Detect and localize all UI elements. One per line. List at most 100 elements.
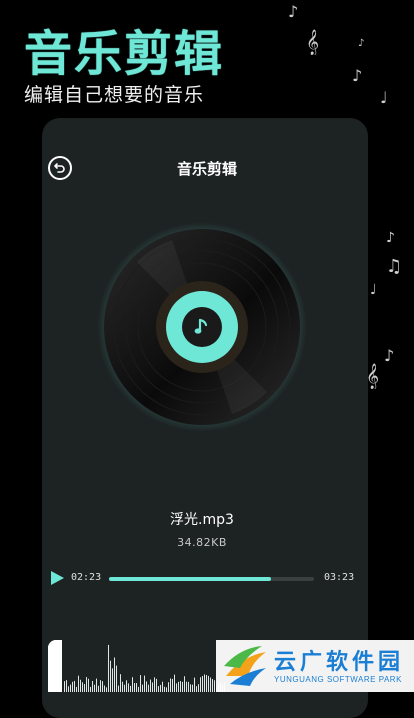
- waveform-bar: [120, 674, 121, 692]
- waveform-bar: [112, 668, 113, 692]
- waveform-bar: [108, 644, 109, 692]
- waveform-bar: [70, 684, 71, 692]
- waveform-bar: [126, 680, 127, 692]
- waveform-bar: [162, 681, 163, 692]
- waveform-bar: [140, 675, 141, 692]
- waveform-bar: [212, 679, 213, 692]
- play-icon[interactable]: [49, 570, 65, 586]
- waveform-bar: [96, 678, 97, 692]
- waveform-bar: [88, 678, 89, 692]
- waveform-bar: [148, 684, 149, 692]
- waveform-bar: [114, 657, 115, 692]
- waveform-bar: [116, 665, 117, 692]
- music-note-icon: ♪: [288, 2, 299, 21]
- music-note-icon: ♩: [380, 88, 388, 107]
- waveform-bar: [174, 674, 175, 692]
- waveform-bar: [208, 675, 209, 692]
- waveform-bar: [164, 686, 165, 692]
- waveform-bar: [180, 681, 181, 692]
- progress-fill: [109, 577, 271, 581]
- waveform-bar: [150, 679, 151, 692]
- waveform-bar: [178, 681, 179, 692]
- waveform-bar: [74, 680, 75, 692]
- waveform-bar: [156, 678, 157, 692]
- hero-subtitle: 编辑自己想要的音乐: [24, 84, 205, 106]
- file-name: 浮光.mp3: [170, 512, 234, 528]
- waveform-bar: [130, 685, 131, 692]
- waveform-bar: [128, 683, 129, 692]
- waveform-bar: [66, 680, 67, 692]
- waveform-bar: [176, 683, 177, 692]
- waveform-bar: [84, 684, 85, 692]
- waveform-bar: [106, 687, 107, 692]
- waveform-bar: [154, 677, 155, 692]
- file-size: 34.82KB: [177, 536, 227, 549]
- progress-bar[interactable]: [109, 577, 314, 581]
- watermark-subtext: YUNGUANG SOFTWARE PARK: [274, 674, 402, 684]
- waveform-bar: [192, 684, 193, 692]
- watermark-text: 云广软件园: [274, 648, 405, 675]
- waveform-bar: [210, 677, 211, 692]
- waveform-bar: [94, 684, 95, 692]
- waveform[interactable]: [48, 640, 228, 692]
- waveform-bar: [200, 677, 201, 692]
- waveform-bar: [92, 681, 93, 692]
- waveform-bar: [136, 683, 137, 692]
- watermark: 云广软件园 YUNGUANG SOFTWARE PARK: [216, 640, 414, 692]
- hero-title: 音乐剪辑: [24, 26, 225, 82]
- waveform-bar: [72, 681, 73, 692]
- waveform-bar: [110, 660, 111, 692]
- waveform-bar: [68, 686, 69, 692]
- waveform-bar: [134, 683, 135, 692]
- vinyl-record: [97, 222, 307, 432]
- waveform-bar: [190, 684, 191, 692]
- waveform-bar: [170, 678, 171, 692]
- watermark-logo-icon: [224, 646, 266, 686]
- music-note-icon: ♪: [352, 66, 363, 85]
- waveform-bar: [184, 676, 185, 692]
- total-time: 03:23: [324, 572, 355, 583]
- waveform-bar: [166, 687, 167, 692]
- waveform-bar: [204, 674, 205, 692]
- music-note-icon: ♩: [370, 282, 377, 298]
- waveform-bar: [64, 681, 65, 692]
- waveform-bar: [124, 684, 125, 692]
- waveform-bar: [182, 681, 183, 692]
- waveform-bar: [80, 679, 81, 692]
- waveform-bar: [202, 675, 203, 692]
- waveform-bar: [100, 680, 101, 692]
- waveform-bar: [86, 677, 87, 692]
- music-note-icon: ♪: [384, 346, 395, 365]
- current-time: 02:23: [71, 572, 102, 583]
- waveform-bar: [152, 682, 153, 692]
- waveform-bar: [206, 675, 207, 692]
- waveform-bar: [132, 677, 133, 692]
- waveform-bar: [146, 681, 147, 692]
- waveform-bar: [196, 686, 197, 692]
- treble-clef-icon: 𝄞: [306, 30, 320, 55]
- waveform-bar: [144, 675, 145, 692]
- waveform-bar: [122, 681, 123, 692]
- waveform-bar: [186, 681, 187, 692]
- music-note-icon: ♪: [386, 230, 395, 246]
- waveform-bar: [194, 677, 195, 692]
- waveform-bar: [160, 684, 161, 692]
- waveform-bar: [214, 680, 215, 692]
- waveform-bar: [188, 681, 189, 692]
- waveform-bar: [78, 675, 79, 692]
- waveform-bar: [90, 686, 91, 692]
- music-note-icon: ♪: [358, 38, 365, 49]
- waveform-bar: [82, 682, 83, 692]
- waveform-bar: [98, 685, 99, 692]
- waveform-bar: [172, 678, 173, 692]
- waveform-bar: [198, 684, 199, 692]
- waveform-bar: [104, 685, 105, 692]
- waveform-bar: [158, 686, 159, 692]
- waveform-bar: [102, 681, 103, 692]
- waveform-bar: [76, 686, 77, 692]
- panel-title: 音乐剪辑: [176, 160, 237, 178]
- waveform-bar: [118, 685, 119, 692]
- music-note-icon: [194, 318, 208, 334]
- waveform-bar: [168, 682, 169, 692]
- waveform-bar: [142, 684, 143, 692]
